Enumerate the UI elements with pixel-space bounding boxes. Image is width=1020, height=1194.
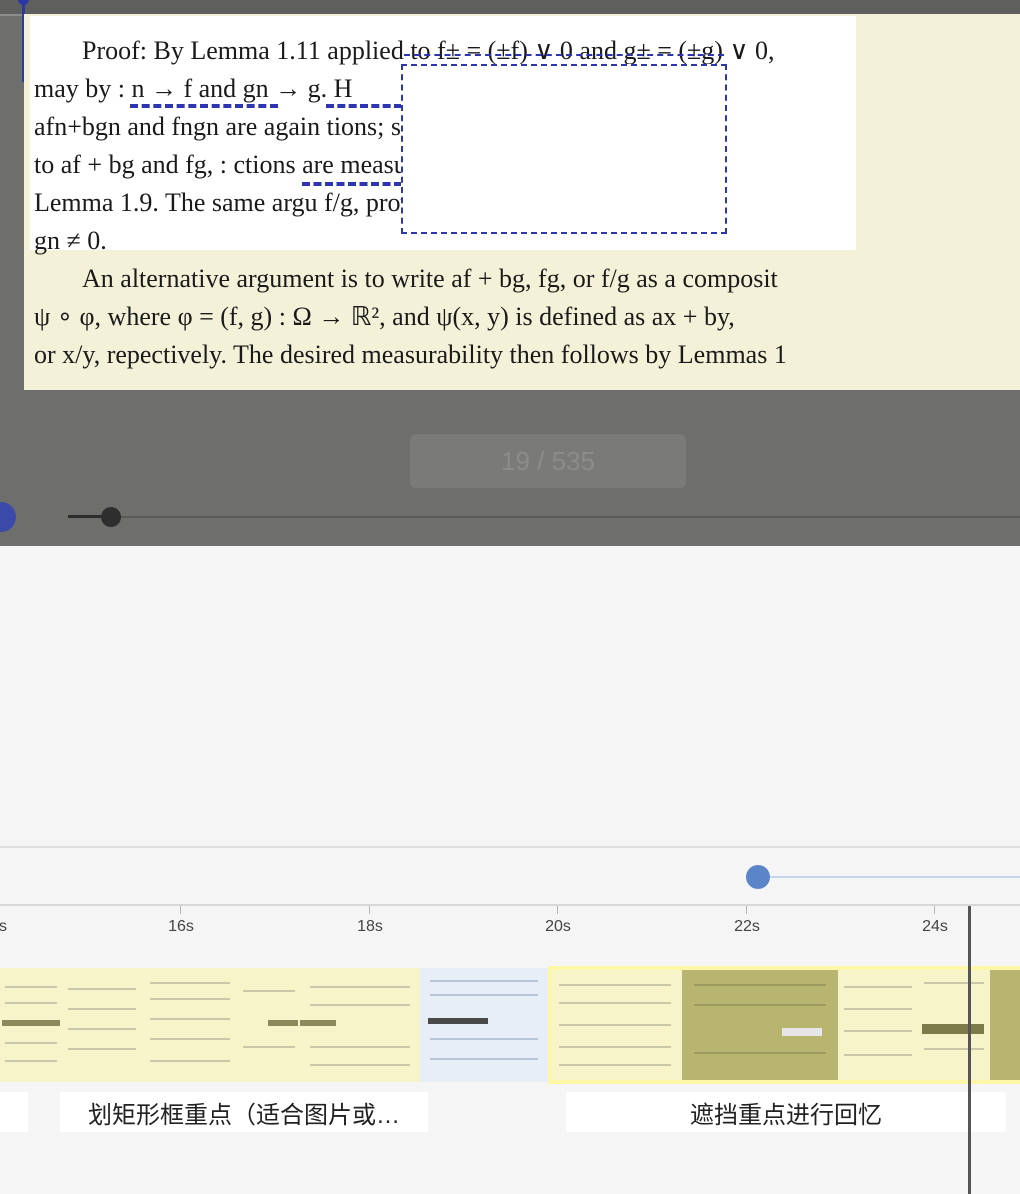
document-page: Proof: By Lemma 1.11 applied to f± = (±f… (24, 14, 1020, 390)
clip-thumbnail (238, 968, 300, 1082)
doc-line-1: Proof: By Lemma 1.11 applied to f± = (±f… (82, 36, 775, 65)
panel-separator (0, 846, 1020, 848)
doc-line-4: to af + bg and fg, : ctions are measurab… (34, 150, 459, 179)
occlusion-dash-1 (130, 104, 278, 108)
doc-line-7: An alternative argument is to write af +… (82, 264, 778, 293)
selected-clip-outline (548, 966, 1020, 1084)
ruler-label: 24s (922, 918, 948, 935)
doc-line-6: gn ≠ 0. (34, 226, 107, 255)
ruler-label: 22s (734, 918, 760, 935)
doc-line-9: or x/y, repectively. The desired measura… (34, 340, 787, 369)
clip-thumbnail (62, 968, 142, 1082)
clip-thumbnail (0, 968, 62, 1082)
timeline-zoom-slider[interactable] (756, 876, 1020, 878)
ruler-tick (180, 906, 181, 914)
viewer-scrubber[interactable] (68, 507, 1020, 527)
timeline-zoom-knob[interactable] (746, 865, 770, 889)
clip-label-occlude-recall[interactable]: 遮挡重点进行回忆 (566, 1092, 1006, 1132)
doc-line-2: may by : n → f and gn → g. H (34, 74, 353, 103)
occlusion-dash-top (404, 54, 724, 56)
clip-thumbnail (142, 968, 238, 1082)
doc-line-8: ψ ∘ φ, where φ = (f, g) : Ω → ℝ², and ψ(… (34, 302, 735, 331)
ruler-tick (369, 906, 370, 914)
ruler-tick (557, 906, 558, 914)
clip-label-previous[interactable] (0, 1092, 28, 1132)
timeline-playhead[interactable] (968, 906, 971, 1194)
ruler-label: 16s (168, 918, 194, 935)
timeline-ruler[interactable] (0, 904, 1020, 906)
occlusion-dash-2 (326, 104, 402, 108)
ruler-tick (934, 906, 935, 914)
ruler-label: 18s (357, 918, 383, 935)
viewer-control-button[interactable] (0, 502, 16, 532)
ruler-label: 20s (545, 918, 571, 935)
page-counter: 19 / 535 (410, 434, 686, 488)
occlusion-box[interactable] (401, 64, 727, 234)
ruler-tick (746, 906, 747, 914)
occlusion-dash-3 (302, 182, 402, 186)
clip-label-rectangle-highlight[interactable]: 划矩形框重点（适合图片或… (60, 1092, 428, 1132)
clip-thumbnail (420, 968, 548, 1082)
video-preview: Proof: By Lemma 1.11 applied to f± = (±f… (0, 0, 1020, 546)
viewer-scrubber-knob[interactable] (101, 507, 121, 527)
clip-thumbnail (300, 968, 420, 1082)
ruler-label: s (0, 918, 7, 935)
